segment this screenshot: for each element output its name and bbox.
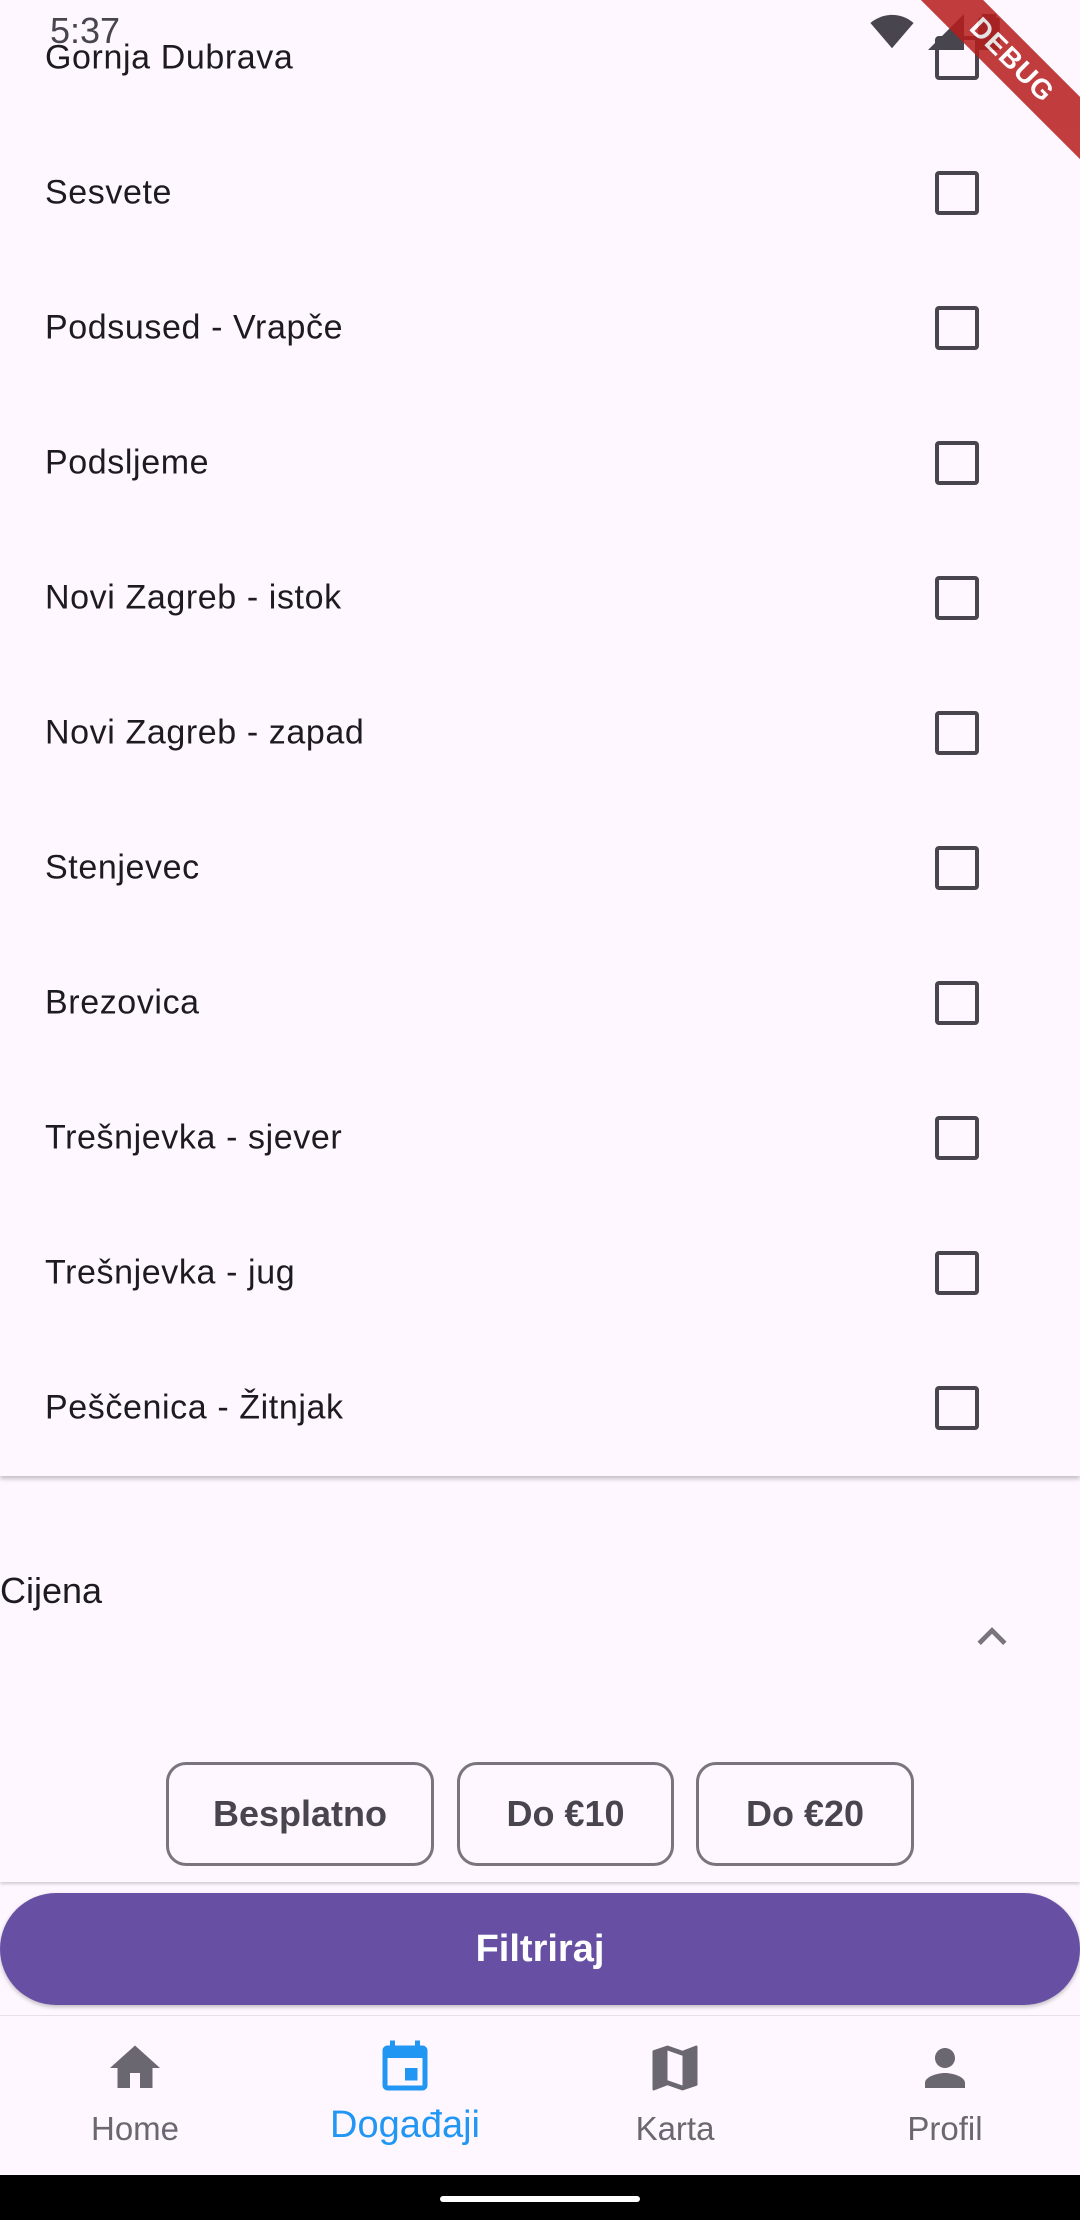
person-icon [925, 2048, 965, 2088]
district-row[interactable]: Trešnjevka - sjever [0, 1070, 1080, 1205]
district-row[interactable]: Sesvete [0, 125, 1080, 260]
district-checkbox[interactable] [935, 305, 979, 350]
district-row[interactable]: Podsljeme [0, 395, 1080, 530]
district-label: Stenjevec [45, 848, 200, 886]
nav-item-profile[interactable]: Profil [810, 2016, 1080, 2176]
nav-label: Profil [907, 2110, 983, 2147]
home-icon [110, 2045, 160, 2088]
price-section-title: Cijena [0, 1570, 103, 1611]
calendar-icon [382, 2040, 428, 2091]
district-label: Peščenica - Žitnjak [45, 1388, 344, 1426]
price-option-chip[interactable]: Besplatno [166, 1762, 434, 1866]
district-label: Novi Zagreb - zapad [45, 713, 365, 751]
district-row[interactable]: Trešnjevka - jug [0, 1205, 1080, 1340]
district-row[interactable]: Podsused - Vrapče [0, 260, 1080, 395]
status-bar-time: 5:37 [50, 10, 121, 51]
chevron-up-icon [977, 1627, 1007, 1646]
price-option-chip[interactable]: Do €20 [696, 1762, 914, 1866]
district-checkbox[interactable] [935, 710, 979, 755]
district-checkbox[interactable] [935, 170, 979, 215]
nav-item-home[interactable]: Home [0, 2016, 270, 2176]
nav-label: Home [90, 2110, 180, 2147]
district-label: Trešnjevka - jug [45, 1253, 296, 1291]
district-label: Podsljeme [45, 443, 210, 481]
map-icon [652, 2045, 698, 2091]
price-filter-card: Cijena Besplatno Do €10 Do €20 [0, 1522, 1080, 1882]
district-label: Novi Zagreb - istok [45, 578, 342, 616]
nav-item-events[interactable]: Događaji [270, 2016, 540, 2176]
price-options: Besplatno Do €10 Do €20 [0, 1762, 1080, 1866]
district-label: Brezovica [45, 983, 200, 1021]
district-checkbox[interactable] [935, 575, 979, 620]
collapse-button[interactable] [970, 1614, 1014, 1658]
district-checkbox[interactable] [935, 1115, 979, 1160]
district-row[interactable]: Novi Zagreb - istok [0, 530, 1080, 665]
district-checkbox[interactable] [935, 1250, 979, 1295]
district-row[interactable]: Brezovica [0, 935, 1080, 1070]
price-option-chip[interactable]: Do €10 [457, 1762, 674, 1866]
nav-label: Događaji [330, 2104, 480, 2146]
district-label: Sesvete [45, 173, 173, 211]
district-row[interactable]: Stenjevec [0, 800, 1080, 935]
bottom-navigation: Home Događaji Karta Profil [0, 2015, 1080, 2176]
district-label: Podsused - Vrapče [45, 308, 344, 346]
wifi-icon [870, 14, 914, 49]
district-label: Trešnjevka - sjever [45, 1118, 343, 1156]
district-checkbox[interactable] [935, 440, 979, 485]
home-indicator[interactable] [440, 2196, 640, 2202]
nav-item-map[interactable]: Karta [540, 2016, 810, 2176]
district-row[interactable]: Novi Zagreb - zapad [0, 665, 1080, 800]
filter-button[interactable]: Filtriraj [0, 1893, 1080, 2005]
district-checkbox[interactable] [935, 1385, 979, 1430]
district-checkbox[interactable] [935, 845, 979, 890]
district-row[interactable]: Peščenica - Žitnjak [0, 1340, 1080, 1475]
nav-label: Karta [635, 2110, 715, 2147]
district-filter-card: Gornja Dubrava Sesvete Podsused - Vrapče… [0, 0, 1080, 1476]
district-checkbox[interactable] [935, 980, 979, 1025]
